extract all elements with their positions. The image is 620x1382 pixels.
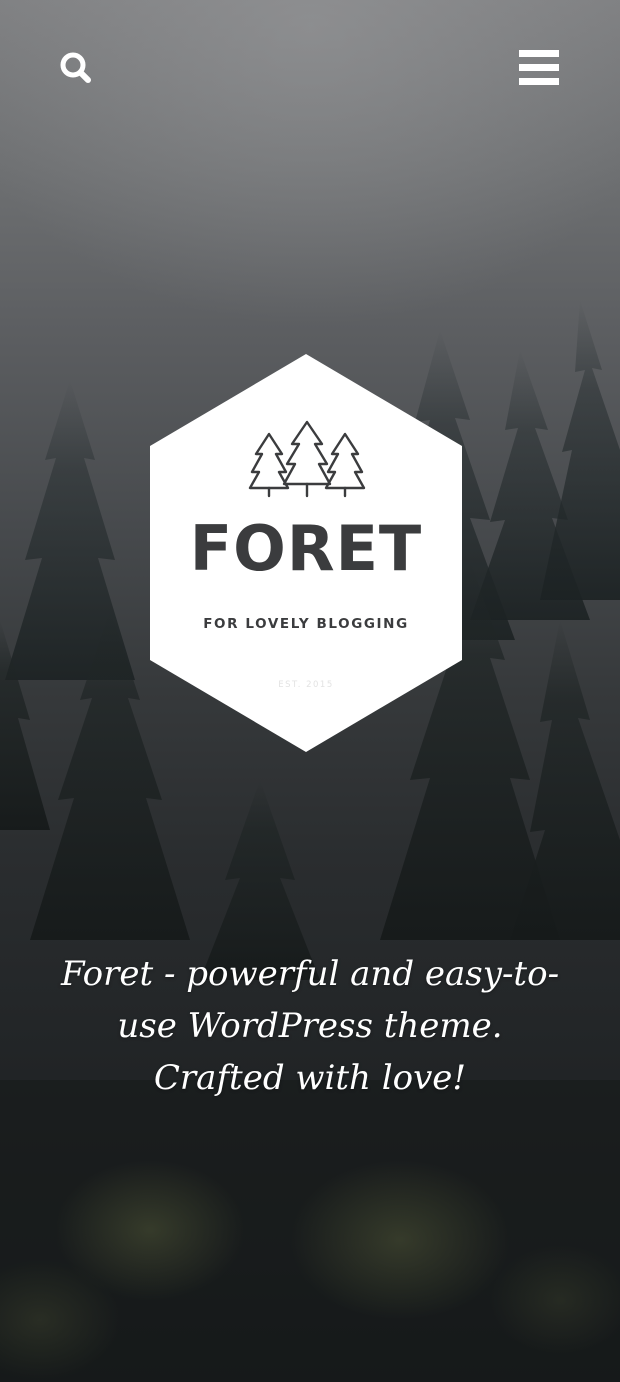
hamburger-menu-icon bbox=[519, 50, 559, 85]
search-icon bbox=[60, 52, 91, 83]
top-navigation-bar bbox=[0, 0, 620, 140]
logo-established-year: EST. 2015 bbox=[278, 680, 334, 690]
menu-button[interactable] bbox=[514, 46, 564, 90]
site-logo[interactable]: FORET FOR LOVELY BLOGGING EST. 2015 bbox=[148, 354, 464, 752]
hero-description: Foret - powerful and easy-to-use WordPre… bbox=[60, 954, 560, 1098]
logo-tagline: FOR LOVELY BLOGGING bbox=[203, 616, 409, 632]
search-button[interactable] bbox=[56, 48, 96, 88]
hero-background: FORET FOR LOVELY BLOGGING EST. 2015 Fore… bbox=[0, 0, 620, 1382]
logo-title: FORET bbox=[189, 512, 423, 585]
three-trees-icon bbox=[248, 420, 366, 498]
